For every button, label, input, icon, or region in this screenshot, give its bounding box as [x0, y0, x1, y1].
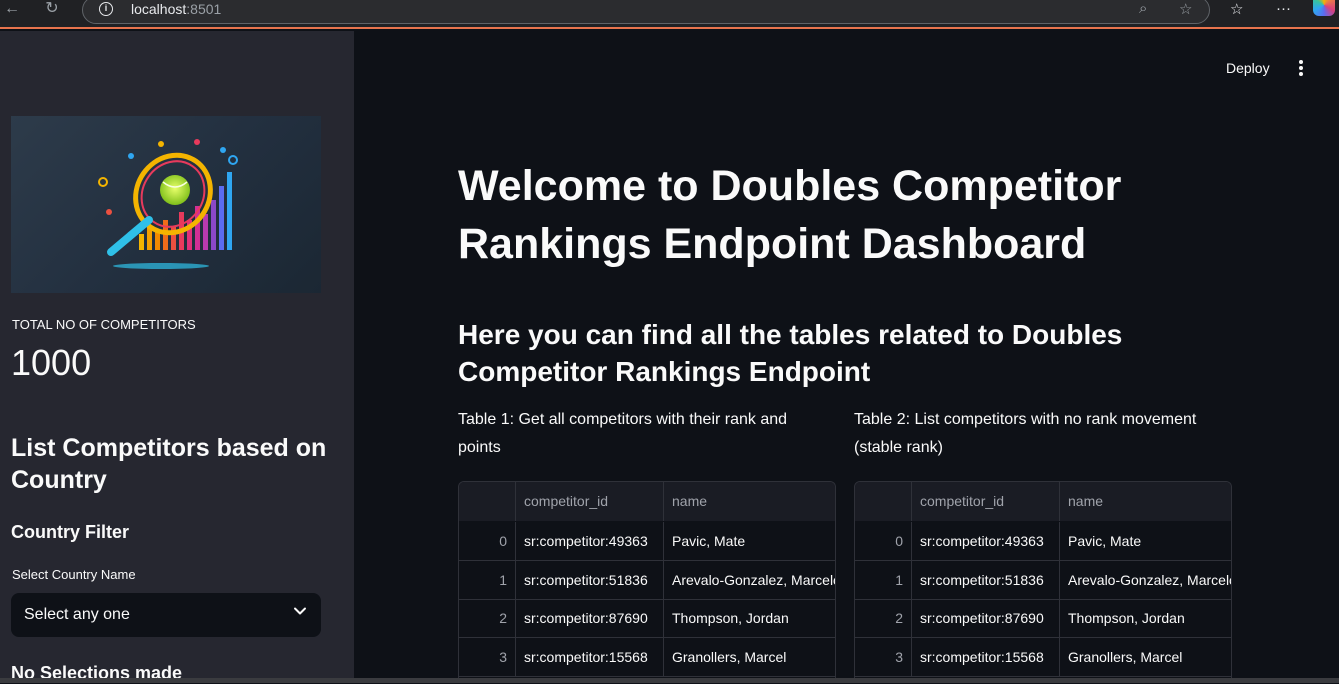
cell-competitor-id[interactable]: sr:competitor:15568	[912, 638, 1060, 677]
table2-caption: Table 2: List competitors with no rank m…	[854, 411, 1197, 456]
column-header-name[interactable]: name	[664, 482, 835, 521]
row-index: 1	[459, 561, 516, 600]
deploy-button[interactable]: Deploy	[1214, 56, 1282, 82]
back-icon[interactable]: ←	[2, 0, 22, 20]
browser-toolbar: ← ↻ i localhost:8501 ⌕ ☆ ☆ ···	[0, 0, 1339, 29]
cell-competitor-id[interactable]: sr:competitor:87690	[516, 599, 664, 638]
cell-competitor-id[interactable]: sr:competitor:15568	[516, 638, 664, 677]
cell-name[interactable]: Granollers, Marcel	[664, 638, 835, 677]
country-select[interactable]: Select any one	[11, 593, 321, 637]
copilot-icon[interactable]	[1313, 0, 1335, 16]
row-index: 0	[459, 522, 516, 561]
table-header-row: competitor_id name	[459, 482, 835, 521]
cell-name[interactable]: Thompson, Jordan	[1060, 599, 1231, 638]
address-bar[interactable]: i localhost:8501 ⌕ ☆	[82, 0, 1210, 24]
row-index: 3	[855, 638, 912, 677]
reload-icon[interactable]: ↻	[42, 0, 62, 20]
bookmark-star-icon[interactable]: ☆	[1179, 0, 1192, 18]
cell-competitor-id[interactable]: sr:competitor:51836	[912, 561, 1060, 600]
sidebar: TOTAL NO OF COMPETITORS 1000 List Compet…	[0, 31, 354, 683]
table1-caption: Table 1: Get all competitors with their …	[458, 411, 788, 456]
row-index: 2	[459, 599, 516, 638]
cell-name[interactable]: Arevalo-Gonzalez, Marcelo	[1060, 561, 1231, 600]
table-row[interactable]: 0 sr:competitor:49363 Pavic, Mate	[459, 522, 835, 561]
column-header-competitor-id[interactable]: competitor_id	[516, 482, 664, 521]
sidebar-section-title: List Competitors based on Country	[11, 434, 327, 494]
chevron-down-icon	[294, 607, 306, 615]
url-text: localhost:8501	[131, 1, 222, 17]
column-header-name[interactable]: name	[1060, 482, 1231, 521]
tennis-analytics-logo	[11, 116, 321, 293]
cell-name[interactable]: Arevalo-Gonzalez, Marcelo	[664, 561, 835, 600]
cell-name[interactable]: Pavic, Mate	[664, 522, 835, 561]
column-header-competitor-id[interactable]: competitor_id	[912, 482, 1060, 521]
cell-name[interactable]: Pavic, Mate	[1060, 522, 1231, 561]
table-header-row: competitor_id name	[855, 482, 1231, 521]
cell-name[interactable]: Granollers, Marcel	[1060, 638, 1231, 677]
metric-value: 1000	[11, 342, 92, 383]
page-subtitle: Here you can find all the tables related…	[458, 319, 1123, 387]
horizontal-scrollbar[interactable]	[0, 678, 1339, 683]
row-index: 2	[855, 599, 912, 638]
site-info-icon[interactable]: i	[99, 2, 113, 16]
select-value: Select any one	[24, 606, 130, 623]
filter-title: Country Filter	[11, 522, 130, 542]
cell-competitor-id[interactable]: sr:competitor:49363	[516, 522, 664, 561]
table-row[interactable]: 0 sr:competitor:49363 Pavic, Mate	[855, 522, 1231, 561]
table-row[interactable]: 2 sr:competitor:87690 Thompson, Jordan	[855, 599, 1231, 638]
main-menu-icon[interactable]	[1290, 58, 1312, 80]
table2-dataframe[interactable]: competitor_id name 0 sr:competitor:49363…	[854, 481, 1232, 683]
cell-competitor-id[interactable]: sr:competitor:49363	[912, 522, 1060, 561]
table-row[interactable]: 3 sr:competitor:15568 Granollers, Marcel	[459, 638, 835, 677]
table-row[interactable]: 2 sr:competitor:87690 Thompson, Jordan	[459, 599, 835, 638]
favorites-icon[interactable]: ☆	[1230, 0, 1243, 18]
table-row[interactable]: 1 sr:competitor:51836 Arevalo-Gonzalez, …	[459, 561, 835, 600]
table-row[interactable]: 1 sr:competitor:51836 Arevalo-Gonzalez, …	[855, 561, 1231, 600]
select-label: Select Country Name	[12, 567, 136, 582]
row-index: 1	[855, 561, 912, 600]
metric-label: TOTAL NO OF COMPETITORS	[12, 317, 196, 332]
column-header-index	[855, 482, 912, 521]
zoom-icon[interactable]: ⌕	[1139, 0, 1147, 17]
table-row[interactable]: 3 sr:competitor:15568 Granollers, Marcel	[855, 638, 1231, 677]
table1-dataframe[interactable]: competitor_id name 0 sr:competitor:49363…	[458, 481, 836, 683]
row-index: 0	[855, 522, 912, 561]
row-index: 3	[459, 638, 516, 677]
column-header-index	[459, 482, 516, 521]
more-menu-icon[interactable]: ···	[1276, 0, 1291, 17]
cell-competitor-id[interactable]: sr:competitor:51836	[516, 561, 664, 600]
cell-competitor-id[interactable]: sr:competitor:87690	[912, 599, 1060, 638]
page-title: Welcome to Doubles Competitor Rankings E…	[458, 162, 1122, 268]
cell-name[interactable]: Thompson, Jordan	[664, 599, 835, 638]
